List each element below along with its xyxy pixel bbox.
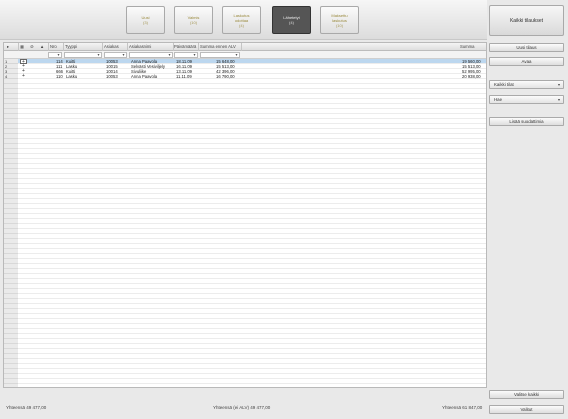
search-dropdown[interactable]: Hae ▾ <box>489 95 564 104</box>
row-indicator[interactable]: 4 <box>4 74 18 79</box>
col-header-no[interactable]: Nro <box>50 44 57 49</box>
chevron-down-icon: ▾ <box>557 97 560 102</box>
tile-count: (4) <box>289 20 294 25</box>
cell-customer-name: Anna Paavola <box>131 74 158 79</box>
tile-label: Laskutus odottaa <box>233 12 250 23</box>
filter-customer[interactable]: ▾ <box>104 52 127 58</box>
tile-label: Maksettu laskutus <box>331 12 348 23</box>
select-all-button[interactable]: Valitse kaikki <box>489 390 564 399</box>
attachment-icon: ⊘ <box>30 44 34 49</box>
cell-no: 110 <box>56 74 63 79</box>
footer-total-left: Yhteensä 49 477,00 <box>6 405 47 410</box>
filter-date[interactable]: ▾ <box>174 52 198 58</box>
footer-total-gross: Yhteensä 61 847,00 <box>442 405 483 410</box>
sort-up-icon[interactable]: ▲ <box>40 44 44 49</box>
cell-customer: 10053 <box>106 74 118 79</box>
column-menu-icon[interactable]: ▦ <box>20 44 24 49</box>
all-orders-button[interactable]: Kaikki tilaukset <box>489 5 564 36</box>
chevron-down-icon: ▾ <box>193 52 196 57</box>
tile-count: (10) <box>335 22 344 28</box>
tile-ready[interactable]: Valmis (10) <box>174 6 213 34</box>
tile-awaiting-invoice[interactable]: Laskutus odottaa (4) <box>222 6 261 34</box>
filter-customer-name[interactable]: ▾ <box>129 52 173 58</box>
cell-type: Lasku <box>66 74 78 79</box>
chevron-down-icon: ▾ <box>557 82 560 87</box>
tile-sent[interactable]: Lähetetyt (4) <box>272 6 311 34</box>
col-header-total[interactable]: Summa <box>460 44 474 49</box>
selected-button[interactable]: Valitut <box>489 405 564 414</box>
col-header-type[interactable]: Tyyppi <box>65 44 77 49</box>
footer-total-net: Yhteensä (ei ALV) 49 477,00 <box>213 405 271 410</box>
select-all-label: Valitse kaikki <box>513 392 540 397</box>
filter-row: ▾ ▾ ▾ ▾ ▾ ▾ <box>4 51 486 59</box>
expand-icon[interactable]: + <box>20 74 27 79</box>
row-indicator-icon: ▸ <box>7 44 10 49</box>
cell-total: 20 938,00 <box>462 74 481 79</box>
col-header-customer[interactable]: Asiakas <box>104 44 119 49</box>
tile-new[interactable]: Uusi (3) <box>126 6 165 34</box>
status-filter-value: Kaikki tilat <box>494 82 514 87</box>
status-filter-dropdown[interactable]: Kaikki tilat ▾ <box>489 80 564 89</box>
col-header-date[interactable]: Päivämäärä <box>174 44 196 49</box>
row-indicator <box>4 384 18 387</box>
table-row[interactable]: + 110 Lasku 10053 Anna Paavola 11.11.09 … <box>18 74 486 79</box>
filter-net-sum[interactable]: ▾ <box>200 52 240 58</box>
all-orders-label: Kaikki tilaukset <box>509 17 544 24</box>
new-order-label: Uusi tilaus <box>516 45 537 50</box>
status-tiles-bar: Uusi (3) Valmis (10) Laskutus odottaa (4… <box>0 0 487 40</box>
chevron-down-icon: ▾ <box>97 52 100 57</box>
tile-count: (3) <box>143 20 148 25</box>
new-order-button[interactable]: Uusi tilaus <box>489 43 564 52</box>
selected-label: Valitut <box>520 407 533 412</box>
filter-type[interactable]: ▾ <box>64 52 102 58</box>
tile-count: (10) <box>189 20 198 25</box>
chevron-down-icon: ▾ <box>168 52 171 57</box>
more-filters-button[interactable]: Lisää suodattimia <box>489 117 564 126</box>
col-header-customer-name[interactable]: Asiakasnimi <box>129 44 151 49</box>
open-button[interactable]: Avaa <box>489 57 564 66</box>
tile-paid[interactable]: Maksettu laskutus (10) <box>320 6 359 34</box>
chevron-down-icon: ▾ <box>122 52 125 57</box>
cell-net-sum: 16 790,00 <box>216 74 235 79</box>
col-header-net-sum[interactable]: Summa ennen ALV <box>200 44 236 49</box>
orders-grid[interactable]: ▸ ▦ ⊘ ▲ Nro Tyyppi Asiakas Asiakasnimi P… <box>3 42 487 388</box>
grid-header: ▸ ▦ ⊘ ▲ Nro Tyyppi Asiakas Asiakasnimi P… <box>4 43 486 51</box>
empty-row <box>18 384 486 387</box>
more-filters-label: Lisää suodattimia <box>509 119 544 124</box>
cell-date: 11.11.09 <box>176 74 192 79</box>
tile-count: (4) <box>239 22 244 28</box>
filter-no[interactable]: ▾ <box>48 52 62 58</box>
open-label: Avaa <box>521 59 532 64</box>
chevron-down-icon: ▾ <box>235 52 238 57</box>
chevron-down-icon: ▾ <box>57 52 60 57</box>
search-dropdown-value: Hae <box>494 97 503 102</box>
